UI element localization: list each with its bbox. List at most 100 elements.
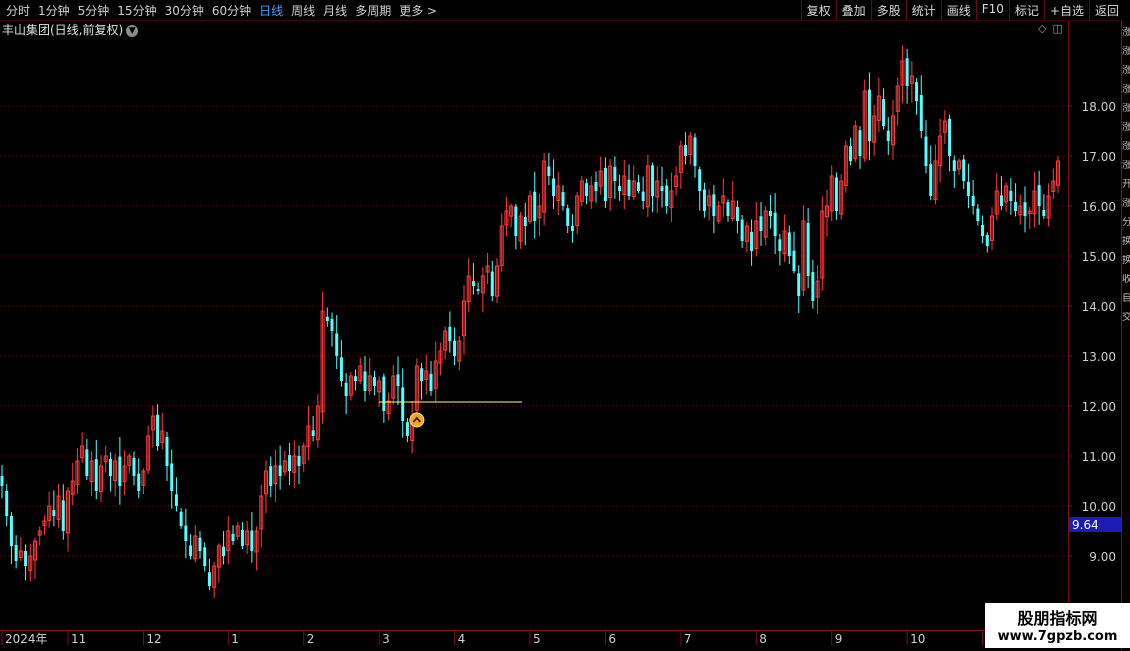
candle-body-down [566, 208, 570, 226]
candle-body-down [429, 373, 433, 391]
candle-body-down [570, 226, 574, 231]
candle-body-down [179, 511, 183, 526]
candle-body-down [339, 357, 343, 381]
candle-body-down [834, 177, 838, 211]
tab-fenshi[interactable]: 分时 [2, 0, 34, 20]
tab-weekly[interactable]: 周线 [287, 0, 319, 20]
panel-toggle-icon[interactable]: ◫ [1052, 22, 1062, 35]
candle-body-down [665, 185, 669, 206]
candle-body-down [453, 340, 457, 356]
overlay-button[interactable]: 叠加 [835, 0, 871, 20]
candle-body-down [533, 191, 537, 221]
candle-body-down [85, 449, 89, 476]
side-label: 涨 [1122, 27, 1130, 39]
diamond-icon[interactable]: ◇ [1038, 22, 1046, 35]
candle-body-down [330, 319, 334, 331]
candle-body-down [231, 533, 235, 541]
candle-body-down [858, 130, 862, 156]
candle-body-down [207, 572, 211, 586]
candle-body-down [712, 194, 716, 216]
candle-body-down [915, 82, 919, 101]
f10-button[interactable]: F10 [975, 0, 1009, 20]
candle-body-down [867, 89, 871, 141]
side-label: 涨 [1122, 122, 1130, 134]
price-tick-label: 13.00 [1082, 350, 1116, 364]
candle-body-down [882, 99, 886, 126]
candle-body-down [132, 457, 136, 476]
candle-body-down [735, 206, 739, 221]
candle-body-down [594, 182, 598, 191]
candle-body-down [985, 234, 989, 246]
candle-body-down [740, 219, 744, 241]
candle-body-down [924, 136, 928, 166]
side-label: 自 [1122, 293, 1130, 305]
price-tick-label: 14.00 [1082, 300, 1116, 314]
side-label: 换 [1122, 236, 1130, 248]
side-label: 涨 [1122, 46, 1130, 58]
draw-line-button[interactable]: 画线 [940, 0, 976, 20]
candle-body-down [61, 500, 65, 531]
candle-body-down [363, 371, 367, 391]
price-tick-label: 11.00 [1082, 450, 1116, 464]
candle-body-down [698, 169, 702, 191]
candle-body-down [170, 463, 174, 491]
back-button[interactable]: 返回 [1088, 0, 1124, 20]
candle-body-down [999, 195, 1003, 206]
candle-body-down [137, 473, 141, 491]
candle-body-down [1023, 202, 1027, 216]
tab-5min[interactable]: 5分钟 [74, 0, 114, 20]
candle-body-down [1042, 209, 1046, 216]
period-tabs: 分时 1分钟 5分钟 15分钟 30分钟 60分钟 日线 周线 月线 多周期 更… [2, 0, 441, 20]
price-axis-line [1068, 20, 1069, 630]
add-watchlist-button[interactable]: +自选 [1043, 0, 1089, 20]
mark-button[interactable]: 标记 [1008, 0, 1044, 20]
tab-1min[interactable]: 1分钟 [34, 0, 74, 20]
side-label: 交 [1122, 312, 1130, 324]
candle-body-down [768, 210, 772, 216]
candle-body-down [189, 545, 193, 556]
candle-body-down [585, 183, 589, 196]
tab-multi-period[interactable]: 多周期 [351, 0, 395, 20]
candle-body-down [523, 216, 527, 226]
candle-body-down [222, 546, 226, 556]
chart-title: 丰山集团(日线,前复权) ▼ [2, 21, 139, 37]
multi-stock-button[interactable]: 多股 [870, 0, 906, 20]
candle-body-down [288, 455, 292, 471]
candle-body-down [52, 510, 56, 516]
candle-body-down [613, 166, 617, 181]
tab-15min[interactable]: 15分钟 [113, 0, 160, 20]
candle-body-down [641, 191, 645, 201]
buy-signal-icon [409, 412, 425, 428]
candle-body-down [552, 178, 556, 196]
candle-body-down [118, 456, 122, 486]
candle-body-down [1009, 190, 1013, 201]
tab-30min[interactable]: 30分钟 [161, 0, 208, 20]
candle-body-down [971, 195, 975, 206]
candle-body-down [693, 137, 697, 166]
candle-body-down [952, 160, 956, 171]
candle-body-down [344, 382, 348, 396]
candle-body-down [405, 422, 409, 436]
candle-body-down [929, 163, 933, 196]
candle-body-down [278, 465, 282, 476]
adjust-button[interactable]: 复权 [800, 0, 836, 20]
candle-body-down [14, 544, 18, 561]
statistics-button[interactable]: 统计 [905, 0, 941, 20]
price-tick-label: 15.00 [1082, 250, 1116, 264]
candle-body-down [618, 185, 622, 191]
price-tick-label: 12.00 [1082, 400, 1116, 414]
time-axis-bar [0, 630, 1130, 651]
chevron-down-icon[interactable]: ▼ [126, 24, 139, 37]
watermark-url: www.7gpzb.com [997, 629, 1118, 644]
candle-body-down [750, 231, 754, 251]
tab-60min[interactable]: 60分钟 [208, 0, 255, 20]
candle-body-down [636, 182, 640, 191]
candle-body-down [627, 179, 631, 196]
tab-daily[interactable]: 日线 [255, 0, 287, 20]
tab-more[interactable]: 更多 > [395, 0, 441, 20]
side-label: 换 [1122, 255, 1130, 267]
candle-body-down [476, 289, 480, 291]
candle-body-down [919, 95, 923, 131]
tab-monthly[interactable]: 月线 [319, 0, 351, 20]
candle-body-down [787, 232, 791, 256]
